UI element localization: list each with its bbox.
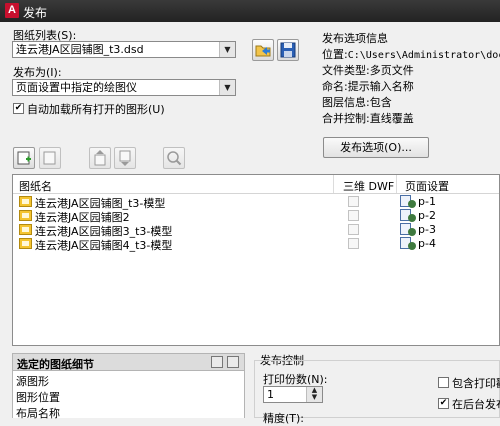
move-up-button[interactable]	[89, 147, 111, 169]
status-ok-icon	[408, 214, 416, 222]
page-setup-value[interactable]: p-3	[418, 223, 436, 236]
precision-label: 精度(T):	[263, 412, 305, 425]
autocad-logo-icon: A	[5, 3, 19, 18]
open-folder-icon	[255, 45, 271, 57]
auto-load-label: 自动加载所有打开的图形(U)	[27, 103, 165, 116]
page-setup-value[interactable]: p-2	[418, 209, 436, 222]
option-row: 图层信息:包含	[322, 96, 392, 109]
status-ok-icon	[408, 200, 416, 208]
move-down-button[interactable]	[114, 147, 136, 169]
column-header-name[interactable]: 图纸名	[19, 178, 52, 194]
sheet-name: 连云港JA区园铺图4_t3-模型	[35, 239, 173, 252]
page-setup-value[interactable]: p-4	[418, 237, 436, 250]
options-info-title: 发布选项信息	[322, 32, 388, 45]
page-setup-value[interactable]: p-1	[418, 195, 436, 208]
details-close-icon[interactable]	[227, 356, 239, 368]
sheet-table: 图纸名 三维 DWF 页面设置 连云港JA区园铺图_t3-模型 p-1 连云港J…	[12, 174, 500, 346]
window-title: 发布	[23, 6, 48, 20]
column-header-page-setup[interactable]: 页面设置	[405, 178, 449, 194]
detail-item: 布局名称	[16, 407, 60, 420]
copies-label: 打印份数(N):	[263, 373, 328, 386]
3d-dwf-checkbox[interactable]	[348, 196, 359, 207]
remove-sheet-icon	[43, 151, 56, 165]
include-stamp-label: 包含打印戳	[452, 377, 500, 390]
title-bar: A 发布	[0, 0, 500, 22]
detail-item: 图形位置	[16, 391, 60, 404]
details-title: 选定的图纸细节	[17, 358, 94, 371]
detail-item: 源图形	[16, 375, 49, 388]
preview-button[interactable]	[163, 147, 185, 169]
publish-to-value: 页面设置中指定的绘图仪	[16, 81, 137, 94]
move-down-icon	[119, 150, 131, 166]
option-row: 位置:C:\Users\Administrator\documen	[322, 48, 500, 61]
publish-to-combo[interactable]: 页面设置中指定的绘图仪 ▼	[12, 79, 236, 96]
copies-spinner[interactable]: 1 ▲ ▼	[263, 386, 323, 403]
table-header: 图纸名 三维 DWF 页面设置	[13, 175, 499, 194]
move-up-icon	[94, 150, 106, 166]
auto-load-checkbox[interactable]: ✔	[13, 103, 24, 114]
details-toggle-icon[interactable]	[211, 356, 223, 368]
column-header-3d-dwf[interactable]: 三维 DWF	[343, 178, 394, 194]
magnifier-icon	[167, 151, 182, 166]
save-sheet-list-button[interactable]	[277, 39, 299, 61]
background-publish-label: 在后台发布	[452, 398, 500, 411]
spinner-arrows-icon: ▲ ▼	[306, 387, 322, 402]
table-row[interactable]: 连云港JA区园铺图4_t3-模型 p-4	[13, 237, 499, 252]
status-ok-icon	[408, 228, 416, 236]
publish-options-button[interactable]: 发布选项(O)...	[323, 137, 429, 158]
status-ok-icon	[408, 242, 416, 250]
details-panel: 源图形 图形位置 布局名称	[12, 371, 245, 420]
table-row[interactable]: 连云港JA区园铺图_t3-模型 p-1	[13, 195, 499, 210]
option-row: 合并控制:直线覆盖	[322, 112, 414, 125]
table-row[interactable]: 连云港JA区园铺图2 p-2	[13, 209, 499, 224]
options-info-panel: 位置:C:\Users\Administrator\documen 文件类型:多…	[322, 46, 500, 126]
drawing-sheet-icon	[19, 196, 32, 207]
sheet-list-value: 连云港JA区园铺图_t3.dsd	[16, 43, 144, 56]
save-disk-icon	[280, 42, 296, 58]
copies-value: 1	[267, 388, 274, 401]
background-publish-checkbox[interactable]: ✔	[438, 398, 449, 409]
3d-dwf-checkbox[interactable]	[348, 210, 359, 221]
include-stamp-checkbox[interactable]	[438, 377, 449, 388]
load-sheet-list-button[interactable]	[252, 39, 274, 61]
remove-sheets-button[interactable]	[39, 147, 61, 169]
3d-dwf-checkbox[interactable]	[348, 224, 359, 235]
drawing-sheet-icon	[19, 224, 32, 235]
chevron-down-icon: ▼	[219, 42, 235, 57]
details-header: 选定的图纸细节	[12, 353, 245, 371]
chevron-down-icon: ▼	[219, 80, 235, 95]
option-row: 文件类型:多页文件	[322, 64, 414, 77]
table-row[interactable]: 连云港JA区园铺图3_t3-模型 p-3	[13, 223, 499, 238]
add-sheet-icon	[17, 151, 31, 165]
drawing-sheet-icon	[19, 210, 32, 221]
publish-to-label: 发布为(I):	[13, 66, 62, 79]
sheet-list-combo[interactable]: 连云港JA区园铺图_t3.dsd ▼	[12, 41, 236, 58]
add-sheets-button[interactable]	[13, 147, 35, 169]
option-row: 命名:提示输入名称	[322, 80, 414, 93]
drawing-sheet-icon	[19, 238, 32, 249]
3d-dwf-checkbox[interactable]	[348, 238, 359, 249]
